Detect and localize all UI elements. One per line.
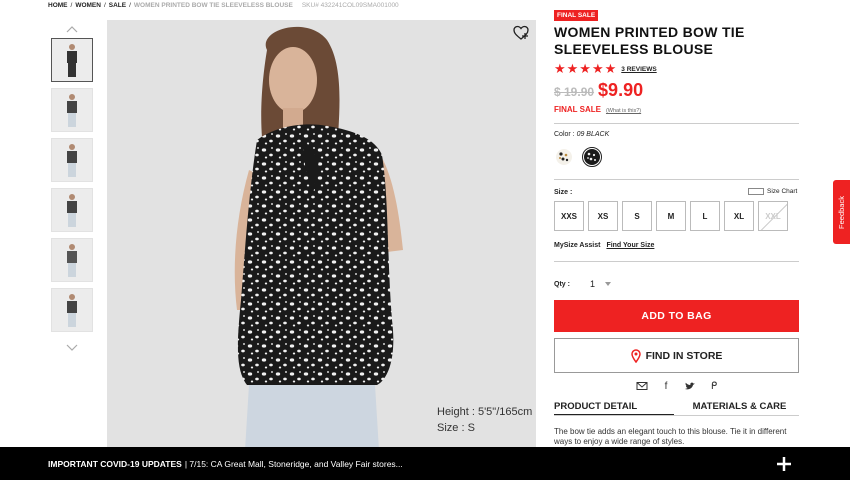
wishlist-heart-icon[interactable] xyxy=(512,24,530,42)
feedback-tab[interactable]: Feedback xyxy=(833,180,850,244)
size-xxl-button: XXL xyxy=(758,201,788,231)
tab-materials-care[interactable]: MATERIALS & CARE xyxy=(674,401,799,416)
original-price: $ 19.90 xyxy=(554,85,595,99)
feedback-label: Feedback xyxy=(837,195,846,229)
black-print-swatch-icon xyxy=(584,149,600,165)
thumbnail-figure-icon xyxy=(67,44,77,77)
mysize-label: MySize Assist xyxy=(554,242,601,249)
model-size: Size : S xyxy=(437,422,475,434)
add-to-bag-button[interactable]: ADD TO BAG xyxy=(554,300,799,332)
thumbnail-figure-icon xyxy=(67,94,77,127)
divider xyxy=(554,123,799,124)
swatch-black-print[interactable] xyxy=(582,147,602,167)
size-chart-text: Size Chart xyxy=(767,188,798,195)
product-title-line-2: SLEEVELESS BLOUSE xyxy=(554,41,714,57)
color-value: 09 BLACK xyxy=(576,131,610,138)
quantity-row: Qty : 1 xyxy=(554,279,624,289)
plus-icon[interactable] xyxy=(776,456,792,472)
chevron-up-icon xyxy=(66,25,78,32)
thumbnail-1[interactable] xyxy=(51,38,93,82)
product-title-line-1: WOMEN PRINTED BOW TIE xyxy=(554,24,745,40)
divider xyxy=(554,261,799,262)
chevron-down-icon xyxy=(66,344,78,351)
thumbnail-figure-icon xyxy=(67,294,77,327)
size-m-button[interactable]: M xyxy=(656,201,686,231)
covid-text: | 7/15: CA Great Mall, Stoneridge, and V… xyxy=(184,458,403,469)
product-info-panel: FINAL SALE WOMEN PRINTED BOW TIE SLEEVEL… xyxy=(554,4,799,446)
find-in-store-button[interactable]: FIND IN STORE xyxy=(554,338,799,373)
product-description: The bow tie adds an elegant touch to thi… xyxy=(554,427,787,446)
breadcrumb-separator: / xyxy=(103,2,106,9)
color-label-text: Color : xyxy=(554,131,575,138)
final-sale-badge: FINAL SALE xyxy=(554,10,599,21)
covid-title: IMPORTANT COVID-19 UPDATES xyxy=(48,458,182,469)
thumbnail-up-arrow[interactable] xyxy=(48,20,96,38)
color-label: Color : 09 BLACK xyxy=(554,131,609,138)
price-row: $ 19.90 $9.90 xyxy=(554,80,799,101)
breadcrumb-separator: / xyxy=(70,2,73,9)
thumbnail-3[interactable] xyxy=(51,138,93,182)
size-chart-link[interactable]: Size Chart xyxy=(748,188,797,195)
facebook-icon[interactable]: f xyxy=(660,380,672,392)
tab-underline xyxy=(554,415,799,416)
twitter-icon[interactable] xyxy=(684,380,696,392)
product-title: WOMEN PRINTED BOW TIE SLEEVELESS BLOUSE xyxy=(554,24,799,58)
mysize-assist: MySize Assist Find Your Size xyxy=(554,242,654,249)
quantity-select[interactable]: 1 xyxy=(590,279,624,289)
size-options: XXS XS S M L XL XXL xyxy=(554,201,788,231)
model-photo-icon xyxy=(234,26,403,450)
share-icons: f ᑭ xyxy=(636,380,720,392)
breadcrumb: HOME / WOMEN / SALE / WOMEN PRINTED BOW … xyxy=(48,2,399,12)
breadcrumb-sale[interactable]: SALE xyxy=(109,2,126,12)
model-height: Height : 5'5"/165cm xyxy=(437,406,533,418)
color-swatches xyxy=(554,147,602,167)
find-in-store-label: FIND IN STORE xyxy=(645,349,723,362)
info-tabs: PRODUCT DETAIL MATERIALS & CARE xyxy=(554,401,799,416)
swatch-white-print[interactable] xyxy=(554,147,574,167)
reviews-link[interactable]: 3 REVIEWS xyxy=(621,66,656,73)
final-sale-row: FINAL SALE (What is this?) xyxy=(554,105,799,114)
size-l-button[interactable]: L xyxy=(690,201,720,231)
breadcrumb-home[interactable]: HOME xyxy=(48,2,68,12)
size-label: Size : xyxy=(554,189,573,196)
thumbnail-5[interactable] xyxy=(51,238,93,282)
final-sale-label: FINAL SALE xyxy=(554,105,601,114)
tab-product-detail[interactable]: PRODUCT DETAIL xyxy=(554,401,674,416)
main-product-image[interactable] xyxy=(107,20,536,450)
thumbnail-list xyxy=(48,20,96,356)
thumbnail-6[interactable] xyxy=(51,288,93,332)
breadcrumb-separator: / xyxy=(129,2,131,9)
quantity-value: 1 xyxy=(590,279,596,289)
caret-down-icon xyxy=(605,282,612,286)
map-pin-icon xyxy=(630,348,641,363)
model-info: Height : 5'5"/165cm Size : S xyxy=(437,404,532,436)
what-is-this-link[interactable]: (What is this?) xyxy=(606,108,641,114)
thumbnail-4[interactable] xyxy=(51,188,93,232)
find-your-size-link[interactable]: Find Your Size xyxy=(606,242,654,249)
star-rating: ★★★★★ xyxy=(554,61,618,76)
ruler-icon xyxy=(748,188,764,195)
size-s-button[interactable]: S xyxy=(622,201,652,231)
size-xl-button[interactable]: XL xyxy=(724,201,754,231)
thumbnail-figure-icon xyxy=(67,144,77,177)
thumbnail-down-arrow[interactable] xyxy=(48,338,96,356)
breadcrumb-current: WOMEN PRINTED BOW TIE SLEEVELESS BLOUSE xyxy=(133,2,293,9)
divider xyxy=(554,179,799,180)
email-icon[interactable] xyxy=(636,380,648,392)
thumbnail-2[interactable] xyxy=(51,88,93,132)
pinterest-icon[interactable]: ᑭ xyxy=(708,380,720,392)
sale-price: $9.90 xyxy=(598,80,644,100)
product-page: HOME / WOMEN / SALE / WOMEN PRINTED BOW … xyxy=(0,0,850,480)
rating-row: ★★★★★ 3 REVIEWS xyxy=(554,62,799,76)
size-xs-button[interactable]: XS xyxy=(588,201,618,231)
white-print-swatch-icon xyxy=(556,149,572,165)
breadcrumb-women[interactable]: WOMEN xyxy=(75,2,101,12)
sku-number: SKU# 432241COL09SMA001000 xyxy=(301,2,399,9)
thumbnail-figure-icon xyxy=(67,244,77,277)
thumbnail-figure-icon xyxy=(67,194,77,227)
covid-update-bar[interactable]: IMPORTANT COVID-19 UPDATES | 7/15: CA Gr… xyxy=(0,447,850,480)
quantity-label: Qty : xyxy=(554,280,570,288)
size-xxs-button[interactable]: XXS xyxy=(554,201,584,231)
